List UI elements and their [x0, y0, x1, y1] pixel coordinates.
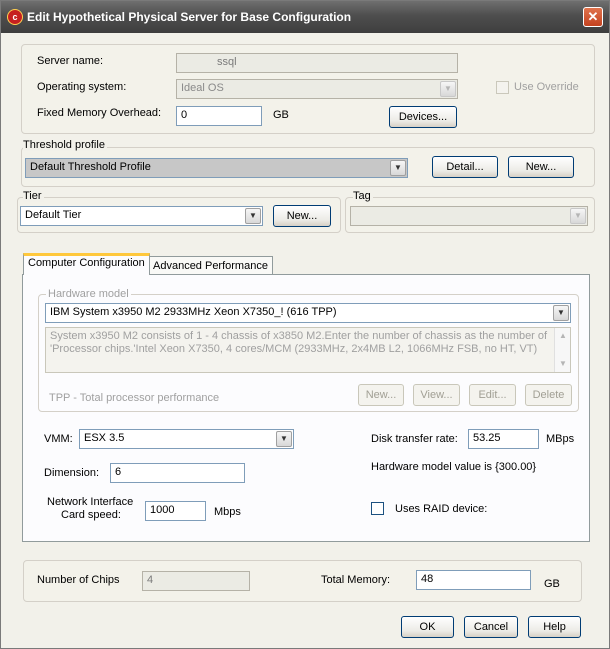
dimension-field[interactable]: 6: [110, 463, 245, 483]
nic-speed-field[interactable]: 1000: [145, 501, 206, 521]
vmm-value: ESX 3.5: [84, 432, 125, 444]
hardware-view-button[interactable]: View...: [413, 384, 460, 406]
window-title: Edit Hypothetical Physical Server for Ba…: [27, 10, 352, 24]
nic-speed-unit: Mbps: [214, 506, 241, 518]
tab-advanced-performance[interactable]: Advanced Performance: [148, 256, 273, 276]
vmm-select[interactable]: ESX 3.5 ▼: [79, 429, 294, 449]
total-memory-field[interactable]: 48: [416, 570, 531, 590]
hardware-description-text: System x3950 M2 consists of 1 - 4 chassi…: [50, 330, 548, 355]
tpp-note: TPP - Total processor performance: [49, 392, 220, 404]
chevron-down-icon: ▼: [440, 81, 456, 97]
chevron-down-icon: ▼: [245, 208, 261, 224]
threshold-detail-button[interactable]: Detail...: [432, 156, 498, 178]
hardware-model-legend: Hardware model: [46, 288, 131, 300]
chevron-down-icon: ▼: [276, 431, 292, 447]
hardware-new-button[interactable]: New...: [358, 384, 404, 406]
threshold-legend: Threshold profile: [23, 139, 107, 151]
close-button[interactable]: ✕: [583, 7, 603, 27]
ok-button[interactable]: OK: [401, 616, 454, 638]
tier-new-button[interactable]: New...: [273, 205, 331, 227]
chips-field[interactable]: 4: [142, 571, 250, 591]
chevron-up-icon[interactable]: ▲: [557, 330, 569, 342]
total-memory-unit: GB: [544, 578, 560, 590]
hardware-delete-button[interactable]: Delete: [525, 384, 572, 406]
hardware-model-value: IBM System x3950 M2 2933MHz Xeon X7350_!…: [50, 306, 337, 318]
dialog-window: c Edit Hypothetical Physical Server for …: [0, 0, 610, 649]
chevron-down-icon: ▼: [570, 208, 586, 224]
tab-computer-configuration[interactable]: Computer Configuration: [23, 253, 150, 275]
server-name-field[interactable]: ssql: [176, 53, 458, 73]
total-memory-label: Total Memory:: [321, 574, 391, 586]
disk-transfer-field[interactable]: 53.25: [468, 429, 539, 449]
hardware-edit-button[interactable]: Edit...: [469, 384, 516, 406]
threshold-profile-value: Default Threshold Profile: [30, 161, 151, 173]
nic-label-line2: Card speed:: [61, 509, 121, 521]
tier-select[interactable]: Default Tier ▼: [20, 206, 263, 226]
threshold-new-button[interactable]: New...: [508, 156, 574, 178]
hardware-model-value-text: Hardware model value is {300.00}: [371, 461, 537, 473]
raid-checkbox[interactable]: [371, 502, 384, 515]
help-button[interactable]: Help: [528, 616, 581, 638]
tag-select[interactable]: ▼: [350, 206, 588, 226]
server-name-label: Server name:: [37, 55, 104, 67]
tier-value: Default Tier: [25, 209, 82, 221]
tag-legend: Tag: [353, 190, 373, 202]
use-override-checkbox[interactable]: [496, 81, 509, 94]
nic-label-line1: Network Interface: [47, 496, 134, 508]
os-value: Ideal OS: [181, 82, 224, 94]
title-bar[interactable]: c Edit Hypothetical Physical Server for …: [1, 1, 609, 33]
disk-transfer-label: Disk transfer rate:: [371, 433, 458, 445]
chevron-down-icon: ▼: [390, 160, 406, 176]
threshold-profile-select[interactable]: Default Threshold Profile ▼: [25, 158, 408, 178]
os-select[interactable]: Ideal OS ▼: [176, 79, 458, 99]
memory-overhead-unit: GB: [273, 109, 289, 121]
cancel-button[interactable]: Cancel: [464, 616, 518, 638]
hardware-model-select[interactable]: IBM System x3950 M2 2933MHz Xeon X7350_!…: [45, 303, 571, 323]
raid-label: Uses RAID device:: [395, 503, 488, 515]
tier-legend: Tier: [23, 190, 44, 202]
chips-label: Number of Chips: [37, 574, 120, 586]
hardware-description: System x3950 M2 consists of 1 - 4 chassi…: [45, 327, 571, 373]
chevron-down-icon[interactable]: ▼: [557, 358, 569, 370]
description-scrollbar[interactable]: ▲ ▼: [554, 328, 570, 372]
memory-overhead-label: Fixed Memory Overhead:: [37, 107, 162, 119]
os-label: Operating system:: [37, 81, 127, 93]
chevron-down-icon: ▼: [553, 305, 569, 321]
disk-transfer-unit: MBps: [546, 433, 575, 445]
use-override-label: Use Override: [514, 81, 579, 93]
dimension-label: Dimension:: [44, 467, 100, 479]
devices-button[interactable]: Devices...: [389, 106, 457, 128]
app-icon: c: [7, 9, 23, 25]
memory-overhead-field[interactable]: 0: [176, 106, 262, 126]
vmm-label: VMM:: [44, 433, 73, 445]
